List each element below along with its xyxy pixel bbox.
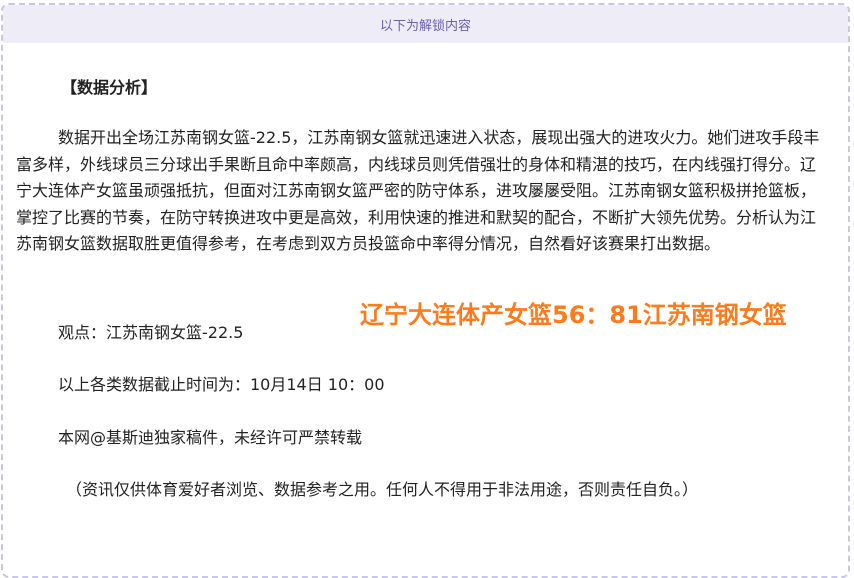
unlock-header: 以下为解锁内容	[3, 5, 848, 43]
disclaimer-line: （资讯仅供体育爱好者浏览、数据参考之用。任何人不得用于非法用途，否则责任自负。）	[66, 480, 699, 499]
score-line: 辽宁大连体产女篮56：81江苏南钢女篮	[360, 301, 787, 329]
section-title: 【数据分析】	[61, 78, 158, 97]
analysis-paragraph: 数据开出全场江苏南钢女篮-22.5，江苏南钢女篮就迅速进入状态，展现出强大的进攻…	[16, 128, 820, 253]
unlocked-content-box: 以下为解锁内容 【数据分析】 数据开出全场江苏南钢女篮-22.5，江苏南钢女篮就…	[1, 3, 850, 578]
unlock-label: 以下为解锁内容	[379, 18, 471, 34]
copyright-line: 本网@基斯迪独家稿件，未经许可严禁转载	[58, 428, 363, 447]
viewpoint-line: 观点：江苏南钢女篮-22.5	[58, 323, 244, 342]
cutoff-time-line: 以上各类数据截止时间为：10月14日 10：00	[58, 375, 385, 394]
